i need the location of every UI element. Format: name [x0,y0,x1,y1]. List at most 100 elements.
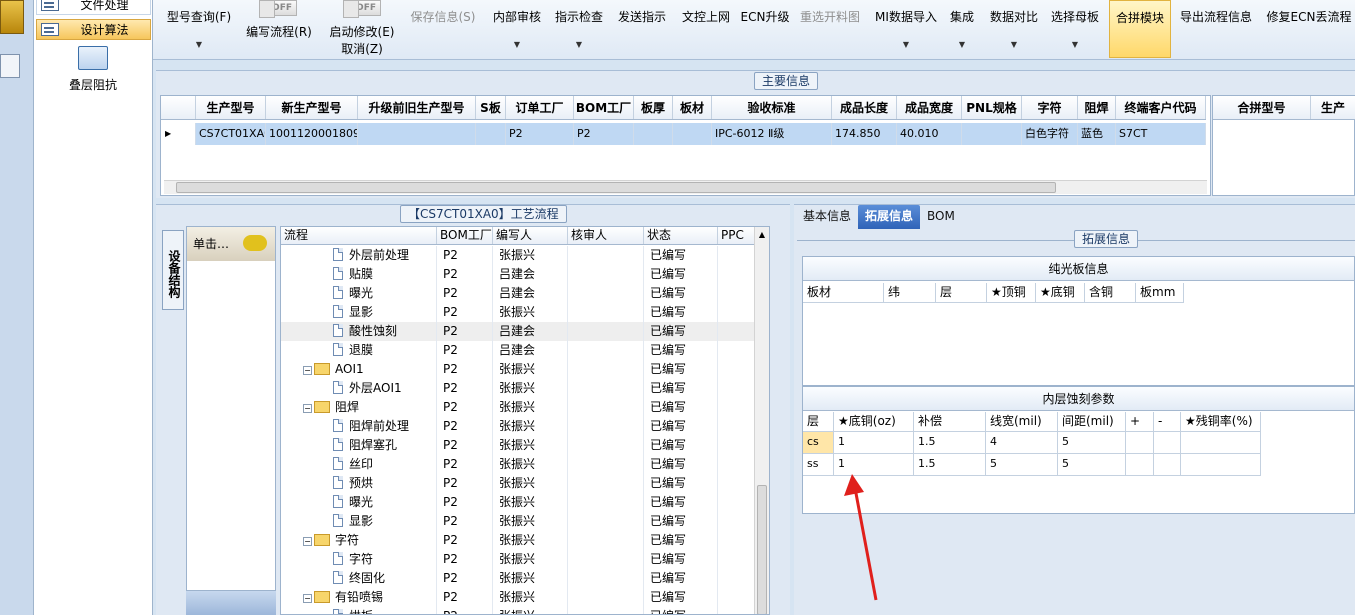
table-cell[interactable]: ss [803,454,834,476]
tree-row[interactable]: 曝光 P2 吕建会 已编写 [281,284,769,303]
tree-row[interactable]: − 阻焊 P2 张振兴 已编写 [281,398,769,417]
tree-cell[interactable]: P2 [437,550,493,569]
tree-cell[interactable]: P2 [437,531,493,550]
tree-row[interactable]: 曝光 P2 张振兴 已编写 [281,493,769,512]
cancel-label[interactable]: 取消(Z) [323,40,401,57]
tree-node[interactable]: 贴膜 [281,265,437,284]
column-header[interactable]: 流程 [281,227,437,244]
column-header[interactable]: 阻焊 [1078,96,1116,119]
column-header[interactable]: BOM工厂 [574,96,634,119]
tree-cell[interactable]: 张振兴 [493,398,568,417]
integration-button[interactable]: 集成 ▼ [945,0,979,58]
column-header[interactable]: 新生产型号 [266,96,358,119]
column-header[interactable]: 升级前旧生产型号 [358,96,476,119]
column-header[interactable]: 终端客户代码 [1116,96,1206,119]
tree-cell[interactable]: 已编写 [644,550,718,569]
doc-control-online-button[interactable]: 文控上网 [678,0,734,58]
nav-big-stackup[interactable]: 叠层阻抗 [54,46,132,96]
tree-cell[interactable]: 已编写 [644,360,718,379]
tab-bom[interactable]: BOM [920,205,962,229]
tree-row[interactable]: − AOI1 P2 张振兴 已编写 [281,360,769,379]
tree-row[interactable]: 外层AOI1 P2 张振兴 已编写 [281,379,769,398]
tree-cell[interactable]: 已编写 [644,512,718,531]
tree-node[interactable]: 酸性蚀刻 [281,322,437,341]
tree-cell[interactable]: P2 [437,588,493,607]
table-cell[interactable] [1126,432,1154,454]
tree-row[interactable]: 显影 P2 张振兴 已编写 [281,303,769,322]
tree-cell[interactable]: P2 [437,474,493,493]
tree-node[interactable]: − AOI1 [281,360,437,379]
tree-cell[interactable]: 张振兴 [493,360,568,379]
tree-cell[interactable]: 已编写 [644,284,718,303]
tree-row[interactable]: 退膜 P2 吕建会 已编写 [281,341,769,360]
column-header[interactable]: 核审人 [568,227,644,244]
vertical-scrollbar[interactable]: ▲ [754,227,769,614]
tree-cell[interactable]: 张振兴 [493,512,568,531]
tree-cell[interactable] [568,341,644,360]
tree-cell[interactable] [568,246,644,265]
tree-cell[interactable]: P2 [437,265,493,284]
table-cell[interactable]: IPC-6012 Ⅱ级 [712,123,832,145]
table-cell[interactable] [1154,432,1181,454]
column-header[interactable]: 层 [936,283,987,303]
column-header[interactable]: 状态 [644,227,718,244]
tree-cell[interactable]: 已编写 [644,493,718,512]
tree-node[interactable]: − 阻焊 [281,398,437,417]
scroll-thumb[interactable] [757,485,767,614]
column-header[interactable]: ★顶铜 [987,283,1036,303]
table-row[interactable]: cs 1 1.5 4 5 [803,432,1261,454]
column-header[interactable]: 成品长度 [832,96,897,119]
tree-cell[interactable] [568,398,644,417]
tree-node[interactable]: 阻焊塞孔 [281,436,437,455]
fix-ecn-flow-button[interactable]: 修复ECN丢流程 [1263,0,1355,58]
nav-item-file[interactable]: 文件处理 [36,0,151,15]
tree-cell[interactable] [568,455,644,474]
tree-row[interactable]: − 有铅喷锡 P2 张振兴 已编写 [281,588,769,607]
column-header[interactable]: ★底铜(oz) [834,412,914,432]
column-header[interactable]: 板材 [803,283,884,303]
send-instructions-button[interactable]: 发送指示 [614,0,670,58]
tree-row[interactable]: 外层前处理 P2 张振兴 已编写 [281,246,769,265]
tree-cell[interactable]: 张振兴 [493,417,568,436]
tree-node[interactable]: 丝印 [281,455,437,474]
column-header[interactable]: ★残铜率(%) [1181,412,1261,432]
tree-cell[interactable]: 已编写 [644,474,718,493]
tree-cell[interactable]: P2 [437,569,493,588]
tree-cell[interactable] [568,417,644,436]
table-cell[interactable]: 10011200018090 [266,123,358,145]
column-header[interactable]: 板材 [673,96,712,119]
table-cell[interactable]: CS7CT01XA0 [196,123,266,145]
tree-cell[interactable]: 已编写 [644,303,718,322]
table-cell[interactable] [634,123,673,145]
tree-cell[interactable] [568,474,644,493]
mi-data-import-button[interactable]: MI数据导入 ▼ [871,0,941,58]
tree-row[interactable]: 阻焊前处理 P2 张振兴 已编写 [281,417,769,436]
export-flow-info-button[interactable]: 导出流程信息 [1176,0,1256,58]
tree-cell[interactable] [568,360,644,379]
list-item[interactable]: 单击… [187,227,275,261]
tree-cell[interactable] [568,493,644,512]
column-header[interactable]: 合拼型号 [1213,96,1311,119]
table-cell[interactable]: 4 [986,432,1058,454]
tree-cell[interactable]: 张振兴 [493,474,568,493]
tree-row[interactable]: 烘板 P2张振兴 已编写 [281,607,769,614]
tree-node[interactable]: 终固化 [281,569,437,588]
start-modify-toggle[interactable]: OFF [343,0,381,18]
start-modify-button[interactable]: OFF 启动修改(E) 取消(Z) [323,0,401,58]
tree-node[interactable]: 退膜 [281,341,437,360]
ecn-upgrade-button[interactable]: ECN升级 [740,0,790,58]
collapse-icon[interactable]: − [303,537,312,546]
column-header[interactable]: 字符 [1022,96,1078,119]
tree-cell[interactable]: 已编写 [644,607,718,614]
table-cell[interactable]: 40.010 [897,123,962,145]
tree-cell[interactable]: P2 [437,284,493,303]
column-header[interactable]: 订单工厂 [506,96,574,119]
tree-cell[interactable]: P2 [437,246,493,265]
tree-cell[interactable]: P2 [437,360,493,379]
column-header[interactable]: - [1154,412,1181,432]
tree-cell[interactable]: 已编写 [644,341,718,360]
tree-cell[interactable]: 已编写 [644,265,718,284]
tree-cell[interactable]: 张振兴 [493,588,568,607]
tree-cell[interactable]: 吕建会 [493,341,568,360]
write-flow-button[interactable]: OFF 编写流程(R) [239,0,319,58]
